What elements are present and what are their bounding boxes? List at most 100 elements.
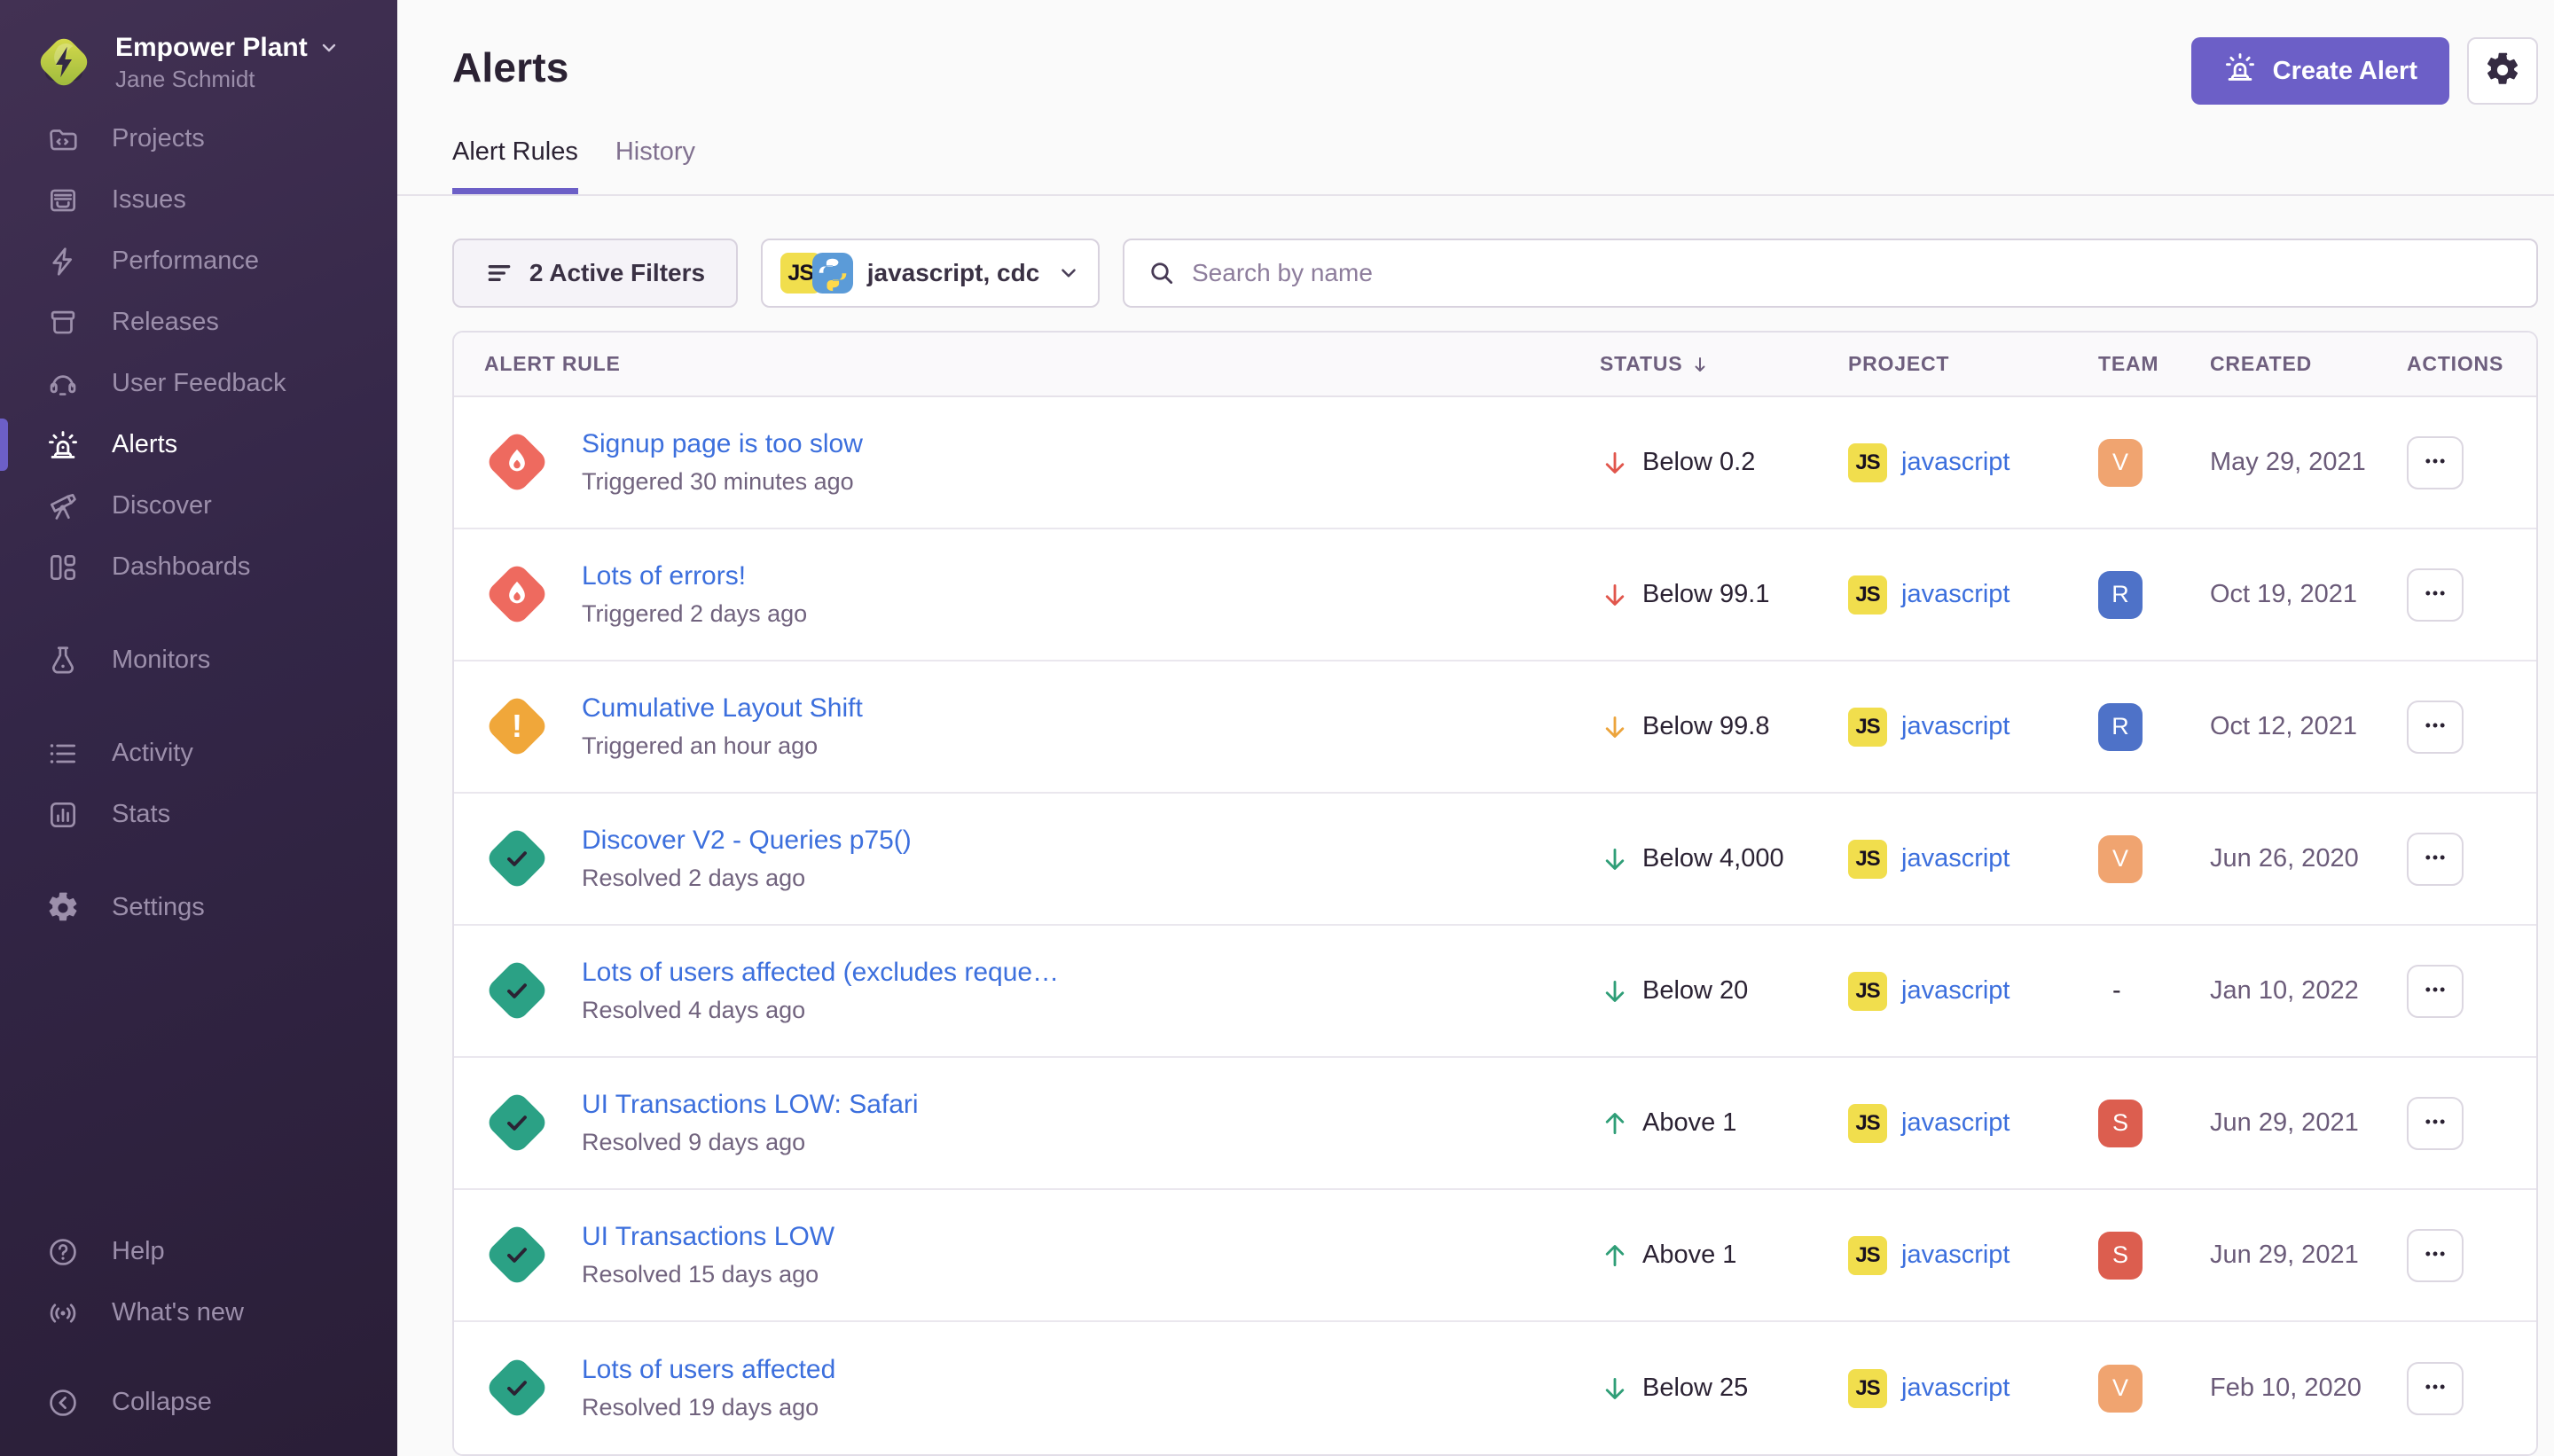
org-switcher[interactable]: Empower Plant Jane Schmidt bbox=[0, 0, 397, 94]
sidebar-item-help[interactable]: Help bbox=[0, 1221, 397, 1282]
check-icon bbox=[484, 1355, 550, 1421]
column-header-team[interactable]: Team bbox=[2098, 352, 2210, 376]
sidebar-item-collapse[interactable]: Collapse bbox=[0, 1372, 397, 1433]
performance-icon bbox=[46, 245, 80, 278]
sidebar-item-projects[interactable]: Projects bbox=[0, 108, 397, 169]
search-box bbox=[1123, 239, 2538, 308]
table-row[interactable]: UI Transactions LOW: Safari Resolved 9 d… bbox=[454, 1058, 2536, 1190]
row-actions-button[interactable] bbox=[2407, 436, 2464, 489]
row-actions-button[interactable] bbox=[2407, 701, 2464, 754]
row-actions-button[interactable] bbox=[2407, 1362, 2464, 1415]
team-avatar[interactable]: V bbox=[2098, 439, 2143, 487]
alert-rule-link[interactable]: UI Transactions LOW: Safari bbox=[582, 1089, 919, 1121]
sidebar-item-activity[interactable]: Activity bbox=[0, 723, 397, 784]
sidebar-item-what-s-new[interactable]: What's new bbox=[0, 1282, 397, 1343]
alert-rule-subtext: Triggered an hour ago bbox=[582, 732, 863, 760]
row-actions-button[interactable] bbox=[2407, 568, 2464, 622]
javascript-platform-icon: JS bbox=[1848, 1104, 1887, 1143]
dashboards-icon bbox=[46, 551, 80, 584]
sidebar-item-stats[interactable]: Stats bbox=[0, 784, 397, 845]
search-input[interactable] bbox=[1192, 259, 2513, 287]
row-actions-button[interactable] bbox=[2407, 965, 2464, 1018]
sidebar-item-releases[interactable]: Releases bbox=[0, 292, 397, 353]
table-row[interactable]: Lots of users affected Resolved 19 days … bbox=[454, 1322, 2536, 1454]
collapse-icon bbox=[46, 1386, 80, 1420]
issues-icon bbox=[46, 184, 80, 217]
javascript-platform-icon: JS bbox=[1848, 443, 1887, 482]
created-date: Jan 10, 2022 bbox=[2210, 976, 2359, 1005]
filter-bar: 2 Active Filters JS javascript, cdc bbox=[452, 239, 2538, 308]
check-icon bbox=[484, 1090, 550, 1155]
sidebar-item-user-feedback[interactable]: User Feedback bbox=[0, 353, 397, 414]
project-link[interactable]: javascript bbox=[1901, 580, 2010, 609]
alert-rule-link[interactable]: Signup page is too slow bbox=[582, 428, 863, 460]
team-avatar[interactable]: S bbox=[2098, 1232, 2143, 1280]
row-actions-button[interactable] bbox=[2407, 833, 2464, 886]
team-avatar[interactable]: S bbox=[2098, 1100, 2143, 1147]
row-actions-button[interactable] bbox=[2407, 1097, 2464, 1150]
sidebar-item-issues[interactable]: Issues bbox=[0, 169, 397, 231]
created-date: Jun 29, 2021 bbox=[2210, 1241, 2359, 1269]
alert-rule-link[interactable]: Lots of users affected bbox=[582, 1354, 835, 1386]
project-filter-dropdown[interactable]: JS javascript, cdc bbox=[761, 239, 1100, 308]
settings-button[interactable] bbox=[2467, 37, 2538, 105]
project-link[interactable]: javascript bbox=[1901, 712, 2010, 741]
project-link[interactable]: javascript bbox=[1901, 1108, 2010, 1138]
trend-down-icon bbox=[1600, 1374, 1630, 1404]
column-header-project[interactable]: Project bbox=[1848, 352, 2098, 376]
ellipsis-icon bbox=[2423, 845, 2448, 873]
column-header-status[interactable]: Status bbox=[1600, 352, 1848, 376]
team-avatar[interactable]: V bbox=[2098, 835, 2143, 883]
table-row[interactable]: Signup page is too slow Triggered 30 min… bbox=[454, 397, 2536, 529]
project-link[interactable]: javascript bbox=[1901, 1241, 2010, 1270]
project-link[interactable]: javascript bbox=[1901, 844, 2010, 873]
team-avatar[interactable]: R bbox=[2098, 703, 2143, 751]
nav-group: ProjectsIssuesPerformance Releases User Fe… bbox=[0, 108, 397, 598]
row-actions-button[interactable] bbox=[2407, 1229, 2464, 1282]
alert-rule-link[interactable]: UI Transactions LOW bbox=[582, 1221, 834, 1253]
project-link[interactable]: javascript bbox=[1901, 976, 2010, 1006]
sidebar-item-performance[interactable]: Performance bbox=[0, 231, 397, 292]
alert-rule-link[interactable]: Cumulative Layout Shift bbox=[582, 693, 863, 724]
alert-rule-link[interactable]: Lots of errors! bbox=[582, 560, 807, 592]
sidebar-item-discover[interactable]: Discover bbox=[0, 475, 397, 536]
table-header: Alert RuleStatusProjectTeamCreatedAction… bbox=[454, 333, 2536, 397]
column-header-actions[interactable]: Actions bbox=[2407, 352, 2536, 376]
alert-rule-link[interactable]: Lots of users affected (excludes reque… bbox=[582, 957, 1059, 989]
sidebar-item-monitors[interactable]: Monitors bbox=[0, 630, 397, 691]
project-link[interactable]: javascript bbox=[1901, 1374, 2010, 1403]
check-icon bbox=[484, 826, 550, 891]
sidebar-item-label: Releases bbox=[112, 308, 219, 337]
releases-icon bbox=[46, 306, 80, 340]
tabs-bar: Alert Rules History bbox=[397, 137, 2554, 196]
project-link[interactable]: javascript bbox=[1901, 448, 2010, 477]
table-row[interactable]: Lots of users affected (excludes reque… … bbox=[454, 926, 2536, 1058]
sidebar: Empower Plant Jane Schmidt ProjectsIssue… bbox=[0, 0, 397, 1456]
column-header-created[interactable]: Created bbox=[2210, 352, 2407, 376]
column-header-alert-rule[interactable]: Alert Rule bbox=[454, 352, 1600, 376]
active-filters-button[interactable]: 2 Active Filters bbox=[452, 239, 738, 308]
team-cell: V bbox=[2098, 1365, 2210, 1413]
team-avatar[interactable]: R bbox=[2098, 571, 2143, 619]
create-alert-button[interactable]: Create Alert bbox=[2191, 37, 2449, 105]
tab-alert-rules[interactable]: Alert Rules bbox=[452, 137, 578, 194]
sidebar-nav: ProjectsIssuesPerformance Releases User Fe… bbox=[0, 108, 397, 938]
status-threshold: Below 99.8 bbox=[1642, 712, 1770, 741]
javascript-platform-icon: JS bbox=[1848, 708, 1887, 747]
sidebar-item-alerts[interactable]: Alerts bbox=[0, 414, 397, 475]
sidebar-item-label: Activity bbox=[112, 739, 193, 768]
ellipsis-icon bbox=[2423, 1109, 2448, 1137]
sidebar-item-settings[interactable]: Settings bbox=[0, 877, 397, 938]
created-date: Oct 19, 2021 bbox=[2210, 580, 2357, 608]
team-avatar[interactable]: V bbox=[2098, 1365, 2143, 1413]
table-row[interactable]: Discover V2 - Queries p75() Resolved 2 d… bbox=[454, 794, 2536, 926]
team-cell: - bbox=[2098, 976, 2210, 1006]
alert-rule-link[interactable]: Discover V2 - Queries p75() bbox=[582, 825, 912, 857]
sidebar-item-dashboards[interactable]: Dashboards bbox=[0, 536, 397, 598]
tab-history[interactable]: History bbox=[615, 137, 695, 194]
sidebar-item-label: Alerts bbox=[112, 430, 177, 459]
table-row[interactable]: ! Cumulative Layout Shift Triggered an h… bbox=[454, 661, 2536, 794]
table-row[interactable]: Lots of errors! Triggered 2 days ago Bel… bbox=[454, 529, 2536, 661]
check-icon bbox=[484, 958, 550, 1023]
table-row[interactable]: UI Transactions LOW Resolved 15 days ago… bbox=[454, 1190, 2536, 1322]
